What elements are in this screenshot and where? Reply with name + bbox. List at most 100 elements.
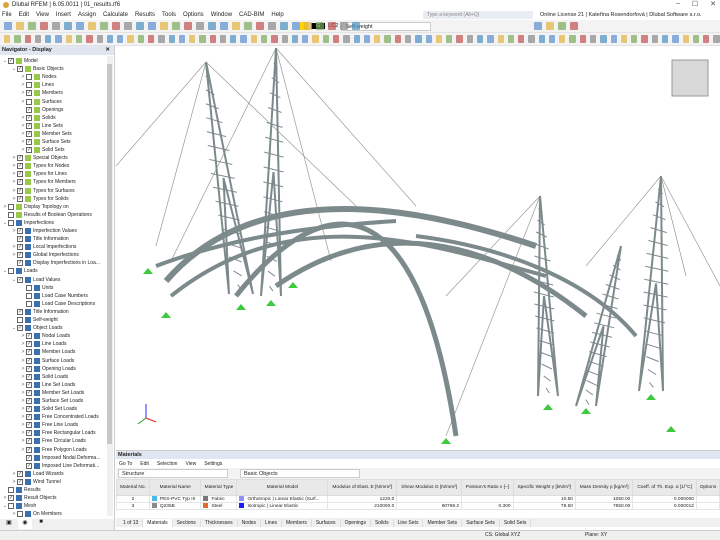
toolbar-button-icon[interactable] xyxy=(220,35,226,43)
column-header[interactable]: Material Name xyxy=(149,480,201,496)
toolbar-button-icon[interactable] xyxy=(112,22,120,30)
toolbar-button-icon[interactable] xyxy=(292,35,298,43)
checkbox[interactable]: ✓ xyxy=(26,414,32,420)
toolbar-button-icon[interactable] xyxy=(384,35,390,43)
checkbox[interactable] xyxy=(8,487,14,493)
toolbar-button-icon[interactable] xyxy=(66,35,72,43)
checkbox[interactable]: ✓ xyxy=(26,147,32,153)
toolbar-button-icon[interactable] xyxy=(508,35,514,43)
menu-calculate[interactable]: Calculate xyxy=(103,12,128,18)
tree-item[interactable]: >✓Line Set Loads xyxy=(0,381,114,389)
toolbar-button-icon[interactable] xyxy=(693,35,699,43)
tree-item[interactable]: >✓Surface Loads xyxy=(0,356,114,364)
toolbar-button-icon[interactable] xyxy=(662,35,668,43)
tab-lines[interactable]: Lines xyxy=(261,519,282,527)
tab-line-sets[interactable]: Line Sets xyxy=(394,519,424,527)
structure-select[interactable]: Structure xyxy=(118,469,228,478)
toolbar-button-icon[interactable] xyxy=(683,35,689,43)
toolbar-button-icon[interactable] xyxy=(302,35,308,43)
toolbar-button-icon[interactable] xyxy=(600,35,606,43)
tab-member-sets[interactable]: Member Sets xyxy=(423,519,462,527)
column-header[interactable]: Material Model xyxy=(237,480,328,496)
checkbox[interactable]: ✓ xyxy=(17,179,23,185)
checkbox[interactable] xyxy=(26,293,32,299)
toolbar-button-icon[interactable] xyxy=(352,22,360,30)
display-tab-eye-icon[interactable]: ◉ xyxy=(18,519,32,529)
checkbox[interactable] xyxy=(26,301,32,307)
toolbar-button-icon[interactable] xyxy=(40,22,48,30)
toolbar-button-icon[interactable] xyxy=(580,35,586,43)
checkbox[interactable]: ✓ xyxy=(26,390,32,396)
checkbox[interactable] xyxy=(8,268,14,274)
toolbar-button-icon[interactable] xyxy=(456,35,462,43)
toolbar-button-icon[interactable] xyxy=(549,35,555,43)
toolbar-button-icon[interactable] xyxy=(199,35,205,43)
toolbar-button-icon[interactable] xyxy=(28,22,36,30)
menu-go-to[interactable]: Go To xyxy=(119,461,132,467)
checkbox[interactable]: ✓ xyxy=(17,309,23,315)
toolbar-button-icon[interactable] xyxy=(196,22,204,30)
checkbox[interactable]: ✓ xyxy=(26,455,32,461)
checkbox[interactable]: ✓ xyxy=(26,430,32,436)
tree-item[interactable]: >✓Types for Members xyxy=(0,178,114,186)
tree-item[interactable]: ⌄✓Model xyxy=(0,57,114,65)
tree-item[interactable]: ⌄Loads xyxy=(0,267,114,275)
toolbar-button-icon[interactable] xyxy=(208,22,216,30)
checkbox[interactable] xyxy=(26,74,32,80)
checkbox[interactable]: ✓ xyxy=(17,236,23,242)
toolbar-button-icon[interactable] xyxy=(179,35,185,43)
tree-item[interactable]: >✓Free Concentrated Loads xyxy=(0,413,114,421)
column-header[interactable]: Coeff. of Th. Exp. α [1/°C] xyxy=(633,480,697,496)
menu-settings[interactable]: Settings xyxy=(204,461,222,467)
checkbox[interactable] xyxy=(17,511,23,517)
checkbox[interactable]: ✓ xyxy=(17,325,23,331)
toolbar-button-icon[interactable] xyxy=(323,35,329,43)
tree-item[interactable]: >✓Surface Set Loads xyxy=(0,397,114,405)
toolbar-button-icon[interactable] xyxy=(546,22,554,30)
tab-nodes[interactable]: Nodes xyxy=(238,519,261,527)
toolbar-button-icon[interactable] xyxy=(621,35,627,43)
toolbar-button-icon[interactable] xyxy=(652,35,658,43)
toolbar-button-icon[interactable] xyxy=(672,35,678,43)
toolbar-button-icon[interactable] xyxy=(539,35,545,43)
toolbar-button-icon[interactable] xyxy=(268,22,276,30)
column-header[interactable]: Modulus of Elast. E [N/mm²] xyxy=(328,480,397,496)
tree-item[interactable]: >✓Load Wizards xyxy=(0,470,114,478)
checkbox[interactable]: ✓ xyxy=(17,171,23,177)
toolbar-button-icon[interactable] xyxy=(328,22,336,30)
toolbar-button-icon[interactable] xyxy=(148,35,154,43)
toolbar-button-icon[interactable] xyxy=(210,35,216,43)
checkbox[interactable]: ✓ xyxy=(17,277,23,283)
menu-options[interactable]: Options xyxy=(183,12,204,18)
toolbar-button-icon[interactable] xyxy=(55,35,61,43)
tree-item[interactable]: >✓Solid Set Loads xyxy=(0,405,114,413)
tree-item[interactable]: >✓Opening Loads xyxy=(0,365,114,373)
checkbox[interactable] xyxy=(26,99,32,105)
toolbar-button-icon[interactable] xyxy=(415,35,421,43)
toolbar-button-icon[interactable] xyxy=(405,35,411,43)
toolbar-button-icon[interactable] xyxy=(436,35,442,43)
tree-item[interactable]: >✓Types for Solids xyxy=(0,195,114,203)
tree-item[interactable]: >✓Result Objects xyxy=(0,494,114,502)
toolbar-button-icon[interactable] xyxy=(52,22,60,30)
checkbox[interactable]: ✓ xyxy=(26,366,32,372)
checkbox[interactable]: ✓ xyxy=(26,374,32,380)
toolbar-button-icon[interactable] xyxy=(16,22,24,30)
toolbar-button-icon[interactable] xyxy=(148,22,156,30)
toolbar-button-icon[interactable] xyxy=(76,35,82,43)
toolbar-button-icon[interactable] xyxy=(230,35,236,43)
toolbar-button-icon[interactable] xyxy=(641,35,647,43)
column-header[interactable]: Material Type xyxy=(201,480,237,496)
toolbar-button-icon[interactable] xyxy=(64,22,72,30)
toolbar-button-icon[interactable] xyxy=(88,22,96,30)
tree-item[interactable]: >Lines xyxy=(0,81,114,89)
tree-item[interactable]: >✓Solids xyxy=(0,114,114,122)
tree-item[interactable]: >✓Solid Sets xyxy=(0,146,114,154)
close-navigator-button[interactable]: ✕ xyxy=(105,46,110,55)
tree-item[interactable]: ✓Display Imperfections in Loa... xyxy=(0,259,114,267)
toolbar-button-icon[interactable] xyxy=(251,35,257,43)
checkbox[interactable] xyxy=(8,204,14,210)
tab-solid-sets[interactable]: Solid Sets xyxy=(500,519,532,527)
toolbar-button-icon[interactable] xyxy=(559,35,565,43)
toolbar-button-icon[interactable] xyxy=(374,35,380,43)
